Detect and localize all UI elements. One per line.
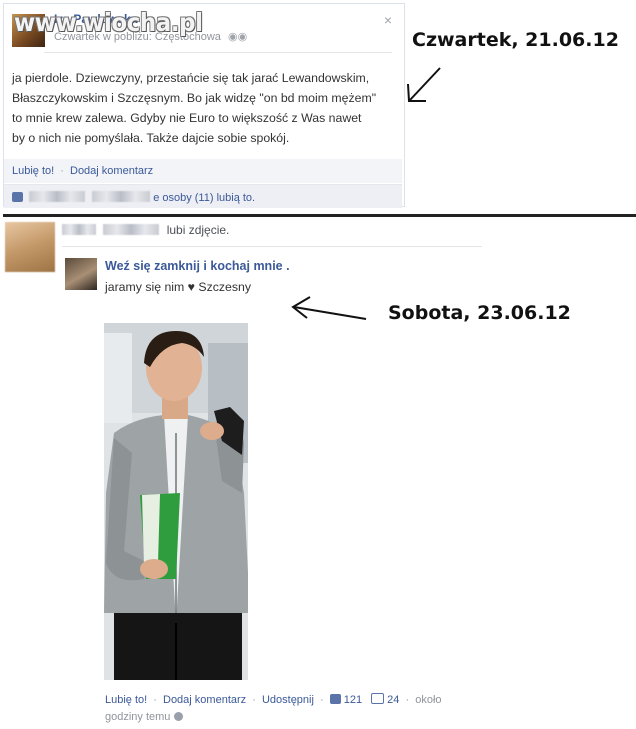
friends-icon: ◉◉ [227,31,248,43]
post-action-bar: Lubię to! · Dodaj komentarz · Udostępnij… [105,692,465,726]
comment-link[interactable]: Dodaj komentarz [163,694,246,706]
avatar[interactable] [5,222,55,272]
arrow-icon [407,67,441,102]
comments-count[interactable]: 24 [387,694,399,706]
watermark-logo: www.wiocha.pl [14,8,203,37]
annotation-date-saturday: Sobota, 23.06.12 [388,302,571,324]
share-link[interactable]: Udostępnij [262,694,314,706]
blurred-name [103,224,160,235]
blurred-name [29,191,86,202]
separator-dot: · [320,694,324,706]
thumbs-up-icon [12,192,23,202]
likes-summary: e osoby (11) lubią to. [4,184,402,208]
likes-summary-text[interactable]: e osoby (11) lubią to. [153,192,255,204]
section-divider [3,214,636,217]
separator-dot: · [405,694,410,706]
avatar[interactable] [65,258,97,290]
thumbs-up-icon [329,694,341,704]
comment-link[interactable]: Dodaj komentarz [70,165,153,177]
liker-action-text: lubi zdjęcie. [166,223,230,237]
blurred-name [62,224,96,235]
arrow-icon [291,296,367,320]
post-body: ja pierdole. Dziewczyny, przestańcie się… [12,71,377,145]
post-action-bar: Lubię to! · Dodaj komentarz [4,159,402,183]
like-link[interactable]: Lubię to! [12,165,54,177]
separator-dot: · [252,694,256,706]
comment-icon [371,693,385,704]
likes-count[interactable]: 121 [344,694,362,706]
globe-icon [174,712,184,721]
post-photo[interactable] [104,323,248,680]
divider [62,246,482,247]
liker-line: lubi zdjęcie. [62,223,229,237]
annotation-date-thursday: Czwartek, 21.06.12 [412,29,619,51]
close-icon[interactable]: × [384,12,392,28]
separator-dot: · [153,694,157,706]
blurred-name [92,191,151,202]
divider [44,52,392,53]
page-name-link[interactable]: Weź się zamknij i kochaj mnie . [105,259,290,273]
like-link[interactable]: Lubię to! [105,694,147,706]
photo-caption: jaramy się nim ♥ Szczesny [105,280,252,294]
separator-dot: · [60,165,64,177]
